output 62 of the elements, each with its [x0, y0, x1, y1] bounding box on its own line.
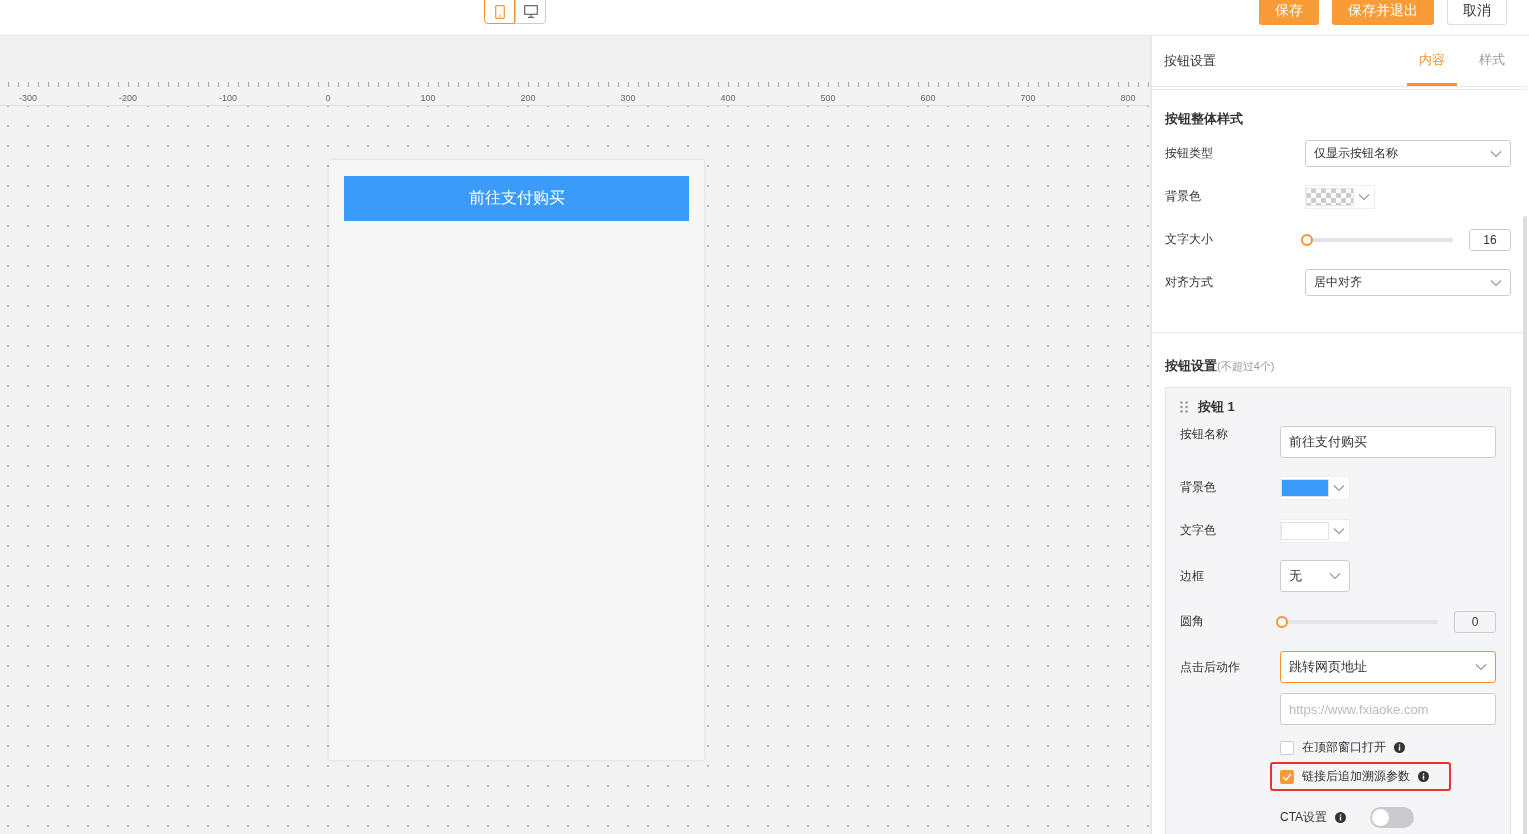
card-title: 按钮 1: [1198, 398, 1235, 416]
field-label: 文字大小: [1165, 231, 1214, 248]
ruler-label: 300: [619, 92, 637, 105]
color-picker[interactable]: [1305, 184, 1375, 209]
drag-handle-icon[interactable]: [1180, 401, 1188, 413]
ruler-label: 800: [1119, 92, 1137, 105]
device-toggle-button[interactable]: [484, 0, 515, 24]
info-icon: [1394, 742, 1405, 753]
number-field[interactable]: 16: [1469, 228, 1511, 251]
select-field[interactable]: 无: [1280, 560, 1350, 592]
ruler-label: 600: [919, 92, 937, 105]
ruler-label: -100: [218, 92, 238, 105]
url-field[interactable]: https://www.fxiaoke.com: [1280, 693, 1496, 725]
info-icon: [1335, 812, 1347, 823]
chevron-down-icon: [1329, 572, 1341, 580]
color-picker[interactable]: [1280, 518, 1350, 543]
field-label: 按钮类型: [1165, 145, 1214, 162]
field-label: 背景色: [1165, 188, 1202, 205]
chevron-down-icon: [1475, 663, 1487, 671]
section-title: 按钮设置(不超过4个): [1165, 357, 1276, 375]
action-button[interactable]: 取消: [1447, 0, 1507, 25]
ruler-label: 700: [1019, 92, 1037, 105]
select-field[interactable]: 仅显示按钮名称: [1305, 140, 1511, 167]
chevron-down-icon: [1333, 483, 1345, 492]
color-picker[interactable]: [1280, 475, 1350, 500]
color-swatch: [1306, 187, 1354, 206]
info-icon: [1418, 771, 1429, 782]
phone-icon: [494, 4, 505, 19]
panel-title: 按钮设置: [1164, 52, 1216, 70]
monitor-icon: [523, 5, 538, 18]
field-label: 对齐方式: [1165, 274, 1214, 291]
field-label: 点击后动作: [1180, 658, 1241, 676]
slider-thumb[interactable]: [1301, 233, 1313, 246]
field-label: 背景色: [1180, 479, 1217, 496]
checkbox-label: 在顶部窗口打开: [1302, 739, 1386, 756]
ruler-label: 0: [324, 92, 332, 105]
checkbox[interactable]: [1280, 740, 1294, 755]
number-field[interactable]: 0: [1454, 610, 1496, 633]
field-label: 圆角: [1180, 613, 1205, 630]
field-label: 按钮名称: [1180, 426, 1229, 443]
ruler-label: 200: [519, 92, 537, 105]
chevron-down-icon: [1358, 192, 1370, 201]
select-field[interactable]: 居中对齐: [1305, 269, 1511, 296]
checkbox[interactable]: [1280, 769, 1294, 784]
ruler-label: -200: [118, 92, 138, 105]
device-toggle-button[interactable]: [515, 0, 546, 24]
input-field[interactable]: 前往支付购买: [1280, 426, 1496, 458]
ruler-label: 500: [819, 92, 837, 105]
chevron-down-icon: [1333, 526, 1345, 535]
ruler-label: 100: [419, 92, 437, 105]
ruler-label: -300: [18, 92, 38, 105]
section-title: 按钮整体样式: [1165, 110, 1244, 128]
ruler-label: 400: [719, 92, 737, 105]
toggle-label: CTA设置: [1280, 809, 1328, 826]
slider-thumb[interactable]: [1276, 615, 1288, 628]
checkbox-label: 链接后追加溯源参数: [1302, 768, 1410, 785]
select-field[interactable]: 跳转网页地址: [1280, 651, 1496, 683]
chevron-down-icon: [1490, 149, 1502, 158]
field-label: 边框: [1180, 567, 1205, 585]
toggle-switch[interactable]: [1370, 807, 1415, 828]
field-label: 文字色: [1180, 522, 1217, 539]
chevron-down-icon: [1490, 278, 1502, 287]
